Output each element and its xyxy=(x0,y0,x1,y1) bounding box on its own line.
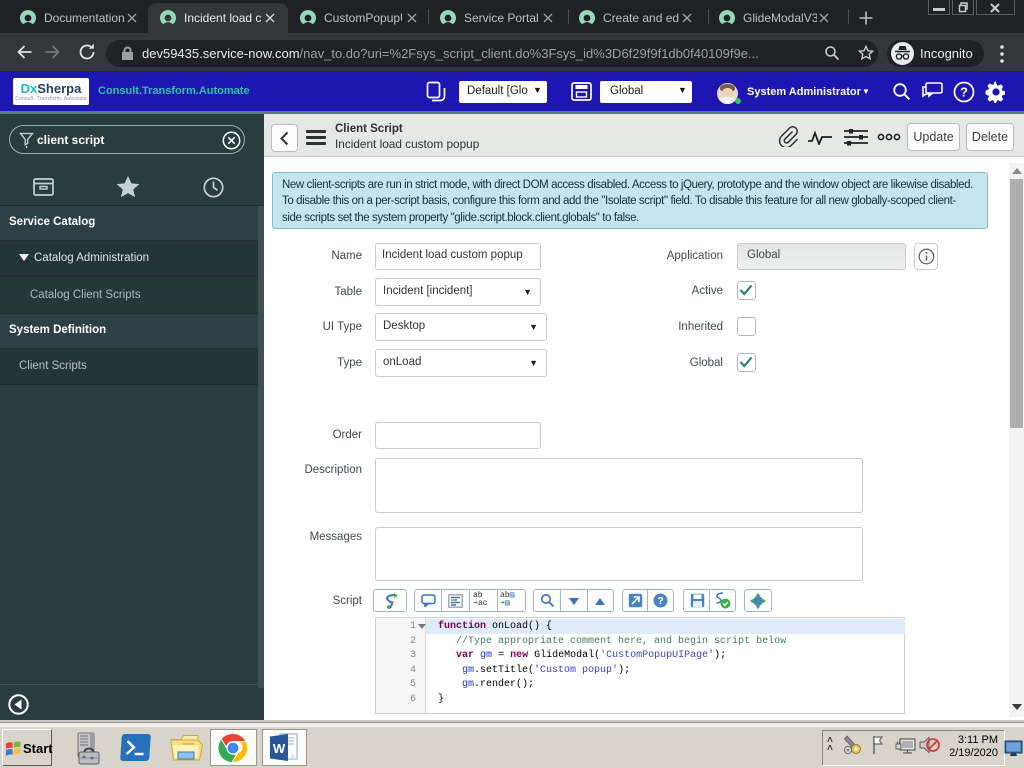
svg-text:W: W xyxy=(273,741,286,756)
svg-text:?: ? xyxy=(960,85,968,100)
svg-text:?: ? xyxy=(657,596,663,607)
